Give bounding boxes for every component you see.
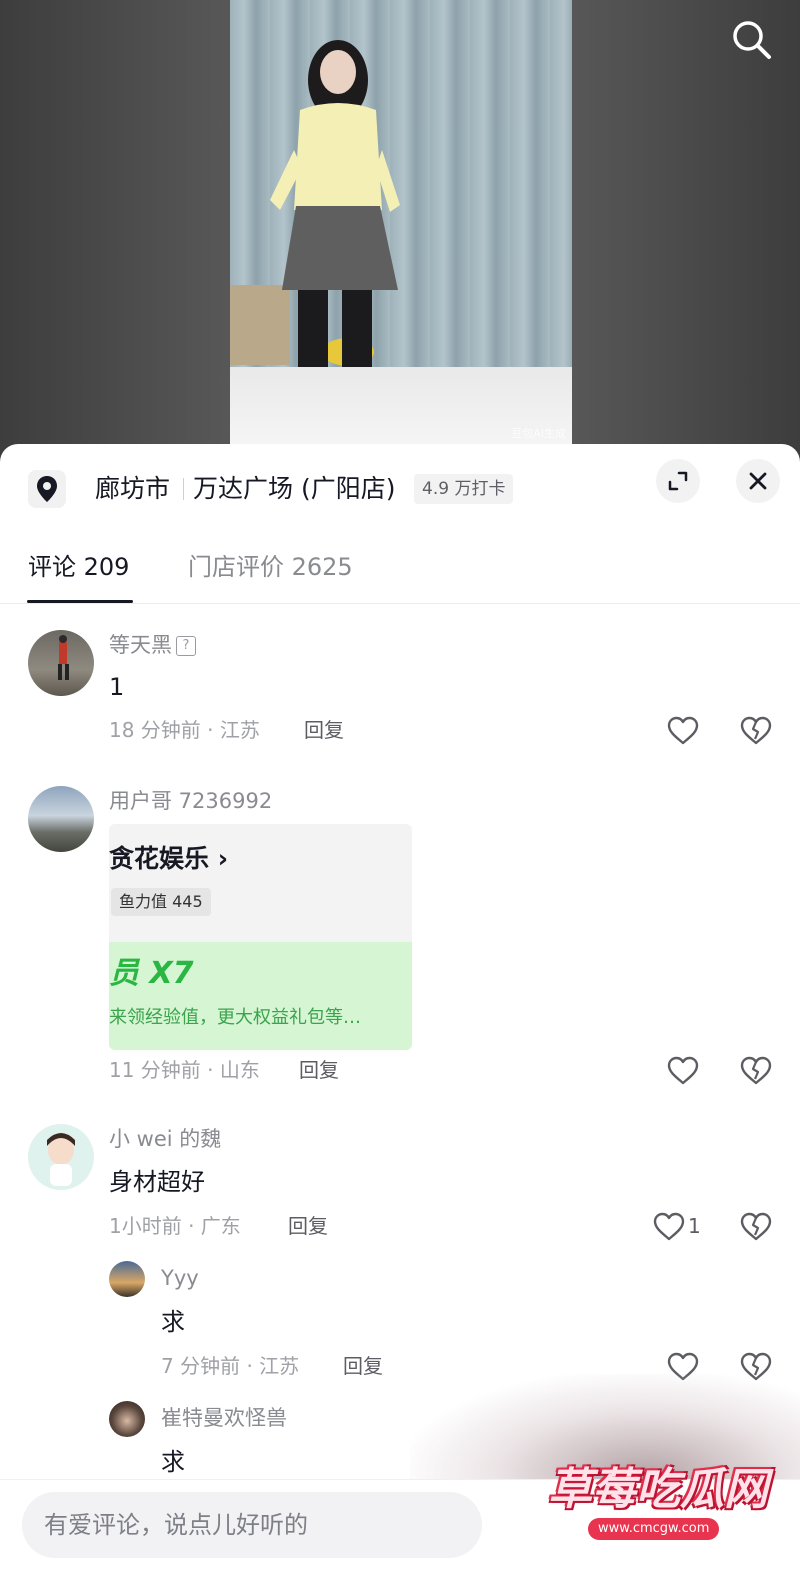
card-promo-banner: 员 X7 来领经验值，更大权益礼包等… bbox=[109, 942, 412, 1050]
reply-username[interactable]: Yyy bbox=[161, 1263, 199, 1293]
expand-button[interactable] bbox=[656, 459, 700, 503]
dislike-button[interactable] bbox=[739, 714, 773, 748]
comment-meta: 18 分钟前 · 江苏 bbox=[109, 718, 260, 742]
comment-username[interactable]: 小 wei 的魏 bbox=[109, 1124, 221, 1154]
reply-text: 求 bbox=[161, 1308, 185, 1336]
comment-input[interactable]: 有爱评论，说点儿好听的 bbox=[22, 1492, 482, 1558]
comment-username[interactable]: 用户哥 7236992 bbox=[109, 786, 272, 816]
reply-button[interactable]: 回复 bbox=[343, 1352, 383, 1380]
comment-meta: 1小时前 · 广东 bbox=[109, 1214, 241, 1238]
like-count: 1 bbox=[688, 1214, 701, 1238]
location-divider bbox=[183, 478, 184, 500]
reply-text: 求 bbox=[161, 1448, 185, 1476]
site-watermark-logo: 草莓吃瓜网 www.cmcgw.com bbox=[548, 1462, 770, 1542]
location-shop-name[interactable]: 万达广场 (广阳店) bbox=[193, 472, 395, 506]
card-stat-chip: 鱼力值 445 bbox=[111, 888, 211, 916]
broken-heart-icon bbox=[740, 716, 772, 745]
tab-comments[interactable]: 评论 209 bbox=[28, 550, 129, 584]
close-button[interactable] bbox=[736, 459, 780, 503]
video-player[interactable]: 豆包AI生成 bbox=[0, 0, 800, 460]
heart-icon bbox=[667, 1056, 699, 1085]
tab-bar: 评论 209 门店评价 2625 bbox=[0, 542, 800, 604]
reply-button[interactable]: 回复 bbox=[288, 1212, 328, 1240]
app-root: 豆包AI生成 廊坊市 万达广场 (广阳店) 4.9 万打卡 评论 209 门店评… bbox=[0, 0, 800, 1575]
dislike-button[interactable] bbox=[739, 1210, 773, 1244]
video-frame[interactable]: 豆包AI生成 bbox=[230, 0, 572, 445]
dislike-button[interactable] bbox=[739, 1054, 773, 1088]
checkin-count-badge: 4.9 万打卡 bbox=[414, 474, 514, 504]
avatar[interactable] bbox=[28, 786, 94, 852]
active-tab-indicator bbox=[27, 600, 133, 603]
like-button[interactable] bbox=[666, 714, 700, 748]
card-promo-desc: 来领经验值，更大权益礼包等… bbox=[109, 1007, 361, 1028]
comment-promo-card[interactable]: 贪花娱乐 › 鱼力值 445 员 X7 来领经验值，更大权益礼包等… bbox=[109, 824, 412, 1050]
comment-meta: 11 分钟前 · 山东 bbox=[109, 1058, 260, 1082]
expand-icon bbox=[668, 471, 688, 491]
reply-meta: 7 分钟前 · 江苏 bbox=[161, 1354, 300, 1378]
card-title: 贪花娱乐 › bbox=[109, 844, 229, 873]
comment-text: 身材超好 bbox=[109, 1168, 205, 1196]
heart-icon bbox=[653, 1212, 685, 1241]
comment-input-placeholder: 有爱评论，说点儿好听的 bbox=[44, 1511, 308, 1539]
comment-text: 1 bbox=[109, 673, 125, 701]
reply-username[interactable]: 崔特曼欢怪兽 bbox=[161, 1403, 287, 1433]
avatar[interactable] bbox=[28, 1124, 94, 1190]
site-watermark-title: 草莓吃瓜网 bbox=[548, 1464, 768, 1515]
avatar[interactable] bbox=[109, 1261, 145, 1297]
like-button[interactable] bbox=[652, 1210, 686, 1244]
reply-button[interactable]: 回复 bbox=[304, 716, 344, 744]
site-watermark-url: www.cmcgw.com bbox=[588, 1518, 720, 1540]
broken-heart-icon bbox=[740, 1056, 772, 1085]
card-promo-title: 员 X7 bbox=[109, 956, 194, 991]
card-header: 贪花娱乐 › 鱼力值 445 bbox=[109, 824, 412, 942]
ai-watermark: 豆包AI生成 bbox=[511, 427, 566, 440]
help-icon[interactable]: ? bbox=[176, 636, 196, 656]
broken-heart-icon bbox=[740, 1212, 772, 1241]
comment-sheet: 廊坊市 万达广场 (广阳店) 4.9 万打卡 评论 209 门店评价 2625 bbox=[0, 444, 800, 1575]
location-pin-icon bbox=[28, 470, 66, 508]
close-icon bbox=[749, 472, 767, 490]
search-icon bbox=[733, 21, 771, 59]
comment-username[interactable]: 等天黑? bbox=[109, 630, 196, 660]
location-bar[interactable]: 廊坊市 万达广场 (广阳店) 4.9 万打卡 bbox=[0, 444, 800, 534]
search-button[interactable] bbox=[728, 16, 774, 62]
avatar[interactable] bbox=[109, 1401, 145, 1437]
location-city[interactable]: 廊坊市 bbox=[95, 472, 170, 506]
avatar[interactable] bbox=[28, 630, 94, 696]
heart-icon bbox=[667, 716, 699, 745]
reply-button[interactable]: 回复 bbox=[299, 1056, 339, 1084]
like-button[interactable] bbox=[666, 1054, 700, 1088]
tab-store-reviews[interactable]: 门店评价 2625 bbox=[188, 550, 353, 584]
